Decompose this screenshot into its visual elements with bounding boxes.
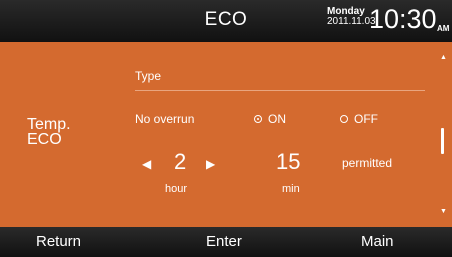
no-overrun-label: No overrun — [135, 112, 195, 126]
radio-empty-icon — [340, 115, 348, 123]
date-label: 2011.11.03 — [327, 16, 376, 27]
hour-value[interactable]: 2 — [174, 149, 186, 175]
minute-unit-label: min — [282, 183, 300, 195]
return-button[interactable]: Return — [36, 233, 81, 250]
radio-on[interactable]: ON — [254, 112, 286, 126]
scroll-up-arrow-icon[interactable]: ▲ — [440, 54, 447, 61]
radio-selected-icon — [254, 115, 262, 123]
radio-off[interactable]: OFF — [340, 112, 378, 126]
clock-time: 10:30 — [369, 4, 437, 34]
clock-ampm: AM — [437, 24, 450, 33]
minute-value[interactable]: 15 — [276, 149, 300, 175]
permitted-label: permitted — [342, 156, 393, 170]
hour-increase-arrow-icon[interactable]: ▶ — [206, 157, 215, 171]
softkey-bar: Return Enter Main — [0, 227, 452, 257]
status-bar: ECO Monday 2011.11.03 10:30 AM — [0, 0, 452, 42]
divider — [135, 90, 425, 91]
main-button[interactable]: Main — [361, 233, 394, 250]
radio-on-label: ON — [268, 112, 286, 126]
hour-unit-label: hour — [165, 183, 188, 195]
section-label: Temp. ECO — [27, 116, 71, 148]
type-label: Type — [135, 69, 162, 83]
settings-panel: Temp. ECO Type No overrun ON OFF ◀ 2 ▶ 1… — [0, 42, 452, 227]
radio-off-label: OFF — [354, 112, 378, 126]
enter-button[interactable]: Enter — [206, 233, 242, 250]
section-label-line1: Temp. — [27, 116, 71, 133]
scrollbar-thumb[interactable] — [441, 128, 444, 154]
scroll-down-arrow-icon[interactable]: ▼ — [440, 208, 447, 215]
section-label-line2: ECO — [27, 131, 62, 148]
hour-decrease-arrow-icon[interactable]: ◀ — [142, 157, 151, 171]
date-display: Monday 2011.11.03 — [327, 7, 376, 27]
